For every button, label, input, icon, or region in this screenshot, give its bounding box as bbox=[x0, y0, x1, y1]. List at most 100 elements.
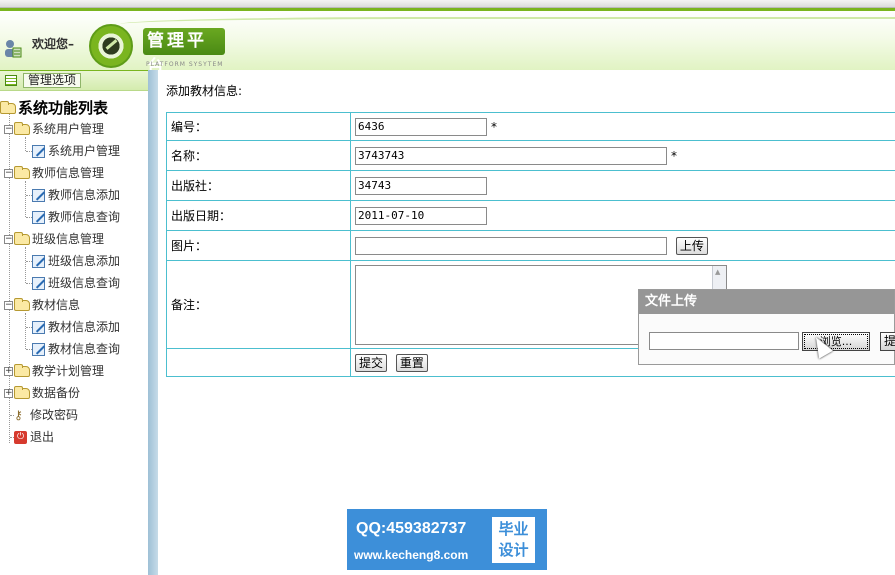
folder-icon bbox=[14, 364, 30, 377]
tree-group-teaching-plan[interactable]: + 教学计划管理 bbox=[4, 362, 104, 382]
code-input[interactable]: 6436 bbox=[355, 117, 487, 136]
edit-icon bbox=[32, 211, 45, 224]
field-label: 出版日期： bbox=[166, 200, 351, 231]
tree-item-label: 退出 bbox=[30, 430, 55, 444]
sidebar-title-bar: 管理选项 bbox=[0, 71, 148, 91]
watermark: QQ:459382737 www.kecheng8.com 毕业 设计 bbox=[347, 509, 547, 570]
collapse-icon: − bbox=[4, 168, 13, 178]
tree-item-label: 教师信息添加 bbox=[48, 188, 121, 202]
header-decoration bbox=[120, 17, 895, 35]
publisher-input[interactable]: 34743 bbox=[355, 176, 487, 195]
field-cell: 2011-07-10 bbox=[350, 200, 895, 231]
field-label: 图片： bbox=[166, 230, 351, 261]
tree-item-label: 系统用户管理 bbox=[48, 144, 121, 158]
brand-subtitle: PLATFORM SYSYTEM bbox=[146, 61, 224, 68]
edit-icon bbox=[32, 255, 45, 268]
tree-group-teacher-info[interactable]: − 教师信息管理 bbox=[4, 164, 104, 184]
folder-open-icon bbox=[14, 166, 30, 179]
field-cell: 上传 bbox=[350, 230, 895, 261]
tree-item-label: 班级信息添加 bbox=[48, 254, 121, 268]
upload-file-input[interactable] bbox=[649, 332, 799, 350]
folder-open-icon bbox=[0, 101, 16, 114]
tree-item-exit[interactable]: ⏻ 退出 bbox=[10, 428, 54, 448]
grid-icon bbox=[5, 75, 17, 86]
tree-item-label: 教材信息查询 bbox=[48, 342, 121, 356]
form-row-image: 图片： 上传 bbox=[166, 230, 895, 261]
watermark-stamp: 毕业 设计 bbox=[492, 517, 535, 563]
name-input[interactable]: 3743743 bbox=[355, 146, 667, 165]
form-row-name: 名称： 3743743 * bbox=[166, 140, 895, 171]
tree-item-label: 教材信息添加 bbox=[48, 320, 121, 334]
required-mark: * bbox=[491, 119, 497, 134]
tree-root[interactable]: 系统功能列表 bbox=[0, 99, 108, 119]
tree-item-textbook-query[interactable]: 教材信息查询 bbox=[26, 340, 120, 360]
tree-group-label: 教材信息 bbox=[32, 298, 81, 312]
tree-group-label: 教学计划管理 bbox=[32, 364, 105, 378]
tree-item-textbook-add[interactable]: 教材信息添加 bbox=[26, 318, 120, 338]
top-strip bbox=[0, 0, 895, 8]
collapse-icon: − bbox=[4, 300, 13, 310]
tree-item-label: 修改密码 bbox=[30, 408, 79, 422]
edit-icon bbox=[32, 189, 45, 202]
user-icon bbox=[5, 40, 22, 58]
watermark-stamp-line2: 设计 bbox=[498, 541, 529, 559]
edit-icon bbox=[32, 277, 45, 290]
dialog-submit-button[interactable]: 提 bbox=[880, 332, 895, 351]
logo-icon bbox=[89, 24, 133, 68]
folder-open-icon bbox=[14, 122, 30, 135]
field-cell: 6436 * bbox=[350, 112, 895, 141]
tree-group-label: 系统用户管理 bbox=[32, 122, 105, 136]
empty-cell bbox=[166, 348, 351, 377]
required-mark: * bbox=[671, 148, 677, 163]
upload-button[interactable]: 上传 bbox=[675, 236, 708, 255]
tree-group-data-backup[interactable]: + 数据备份 bbox=[4, 384, 80, 404]
watermark-stamp-line1: 毕业 bbox=[498, 520, 529, 538]
app-window: 欢迎您– 管理平台 PLATFORM SYSYTEM 管理选项 系统功能列表 −… bbox=[0, 0, 895, 575]
form-row-publisher: 出版社： 34743 bbox=[166, 170, 895, 201]
pub-date-input[interactable]: 2011-07-10 bbox=[355, 206, 487, 225]
upload-dialog: 文件上传 浏览... 提 bbox=[638, 289, 895, 365]
tree-root-label: 系统功能列表 bbox=[18, 99, 109, 117]
expand-icon: + bbox=[4, 366, 13, 376]
folder-icon bbox=[14, 386, 30, 399]
tree-item-change-password[interactable]: ⚷ 修改密码 bbox=[10, 406, 78, 426]
field-cell: 3743743 * bbox=[350, 140, 895, 171]
reset-button[interactable]: 重置 bbox=[395, 353, 428, 372]
tree-item-class-query[interactable]: 班级信息查询 bbox=[26, 274, 120, 294]
form-row-code: 编号： 6436 * bbox=[166, 112, 895, 141]
collapse-icon: − bbox=[4, 234, 13, 244]
tree-item-teacher-add[interactable]: 教师信息添加 bbox=[26, 186, 120, 206]
tree-item-label: 教师信息查询 bbox=[48, 210, 121, 224]
sidebar-splitter[interactable] bbox=[148, 70, 158, 575]
tree-group-textbook-info[interactable]: − 教材信息 bbox=[4, 296, 80, 316]
tree-group-class-info[interactable]: − 班级信息管理 bbox=[4, 230, 104, 250]
watermark-qq: QQ:459382737 bbox=[356, 520, 467, 537]
watermark-site: www.kecheng8.com bbox=[354, 548, 469, 562]
tree-item-label: 班级信息查询 bbox=[48, 276, 121, 290]
tree-group-label: 班级信息管理 bbox=[32, 232, 105, 246]
edit-icon bbox=[32, 343, 45, 356]
edit-icon bbox=[32, 321, 45, 334]
folder-open-icon bbox=[14, 232, 30, 245]
tree-group-label: 教师信息管理 bbox=[32, 166, 105, 180]
form-heading: 添加教材信息: bbox=[166, 84, 243, 98]
field-label: 编号： bbox=[166, 112, 351, 141]
field-label: 名称： bbox=[166, 140, 351, 171]
collapse-icon: − bbox=[4, 124, 13, 134]
power-icon: ⏻ bbox=[14, 431, 27, 444]
tree-item-teacher-query[interactable]: 教师信息查询 bbox=[26, 208, 120, 228]
upload-dialog-title: 文件上传 bbox=[639, 290, 894, 314]
tree-item-class-add[interactable]: 班级信息添加 bbox=[26, 252, 120, 272]
image-path-input[interactable] bbox=[355, 236, 667, 255]
brand-title: 管理平台 bbox=[143, 28, 225, 77]
folder-open-icon bbox=[14, 298, 30, 311]
submit-button[interactable]: 提交 bbox=[355, 353, 388, 372]
form-row-pub-date: 出版日期： 2011-07-10 bbox=[166, 200, 895, 231]
welcome-text: 欢迎您– bbox=[32, 37, 75, 51]
sidebar: 管理选项 系统功能列表 − 系统用户管理 系统用户管理 − 教师信息管理 教师信息添… bbox=[0, 70, 148, 575]
edit-icon bbox=[32, 145, 45, 158]
sidebar-title[interactable]: 管理选项 bbox=[23, 73, 82, 88]
tree-group-label: 数据备份 bbox=[32, 386, 81, 400]
tree-group-system-users[interactable]: − 系统用户管理 bbox=[4, 120, 104, 140]
tree-item-system-users[interactable]: 系统用户管理 bbox=[26, 142, 120, 162]
